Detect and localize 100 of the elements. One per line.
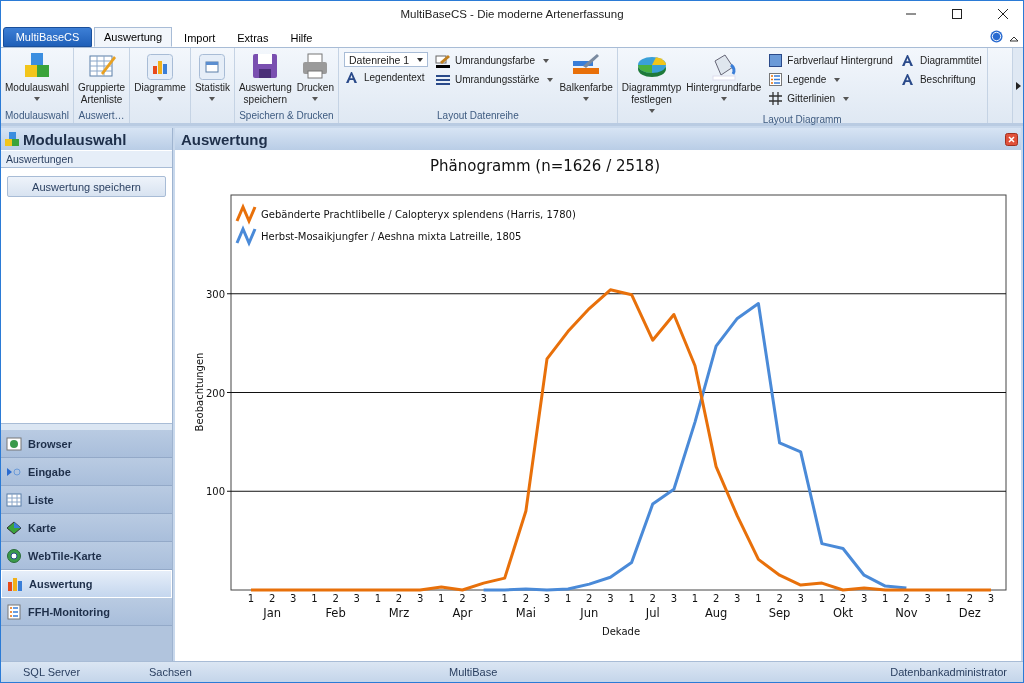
ribbon-button[interactable]: Drucken — [294, 50, 336, 109]
pen-icon — [434, 53, 451, 68]
arrow-right-icon — [1015, 81, 1021, 90]
legend-label: Gebänderte Prachtlibelle / Calopteryx splendens (Harris, 1780) — [261, 209, 576, 220]
ribbon-button[interactable]: Umrandungsfarbe — [434, 52, 554, 69]
axis-label: 1 — [818, 593, 826, 604]
ribbon-button[interactable]: Gruppierte Artenliste — [75, 50, 128, 109]
splitter-handle[interactable] — [1, 423, 172, 430]
ribbon-button[interactable]: Balkenfarbe — [557, 50, 615, 109]
ribbon-button[interactable]: Diagrammtyp festlegen — [619, 50, 684, 113]
axis-label: 1 — [311, 593, 318, 604]
axis-label: 1 — [374, 593, 382, 604]
ribbon-button[interactable]: Statistik — [192, 50, 232, 123]
ribbon-button[interactable]: Legendentext — [343, 69, 428, 86]
axis-label: 2 — [395, 593, 403, 604]
panel-title: Auswertung — [181, 130, 268, 148]
ribbon-button[interactable]: Diagrammtitel — [899, 52, 982, 69]
close-icon[interactable] — [1005, 132, 1018, 146]
ribbon-tab[interactable]: Import — [174, 28, 226, 47]
nav-item[interactable]: WebTile-Karte — [1, 542, 172, 570]
status-text: Sachsen — [149, 666, 193, 678]
axis-label: 3 — [734, 593, 741, 604]
group-label: Modulauswahl — [4, 109, 70, 123]
ribbon-button[interactable]: Umrandungsstärke — [434, 71, 554, 88]
axis-label: 2 — [268, 593, 276, 604]
ribbon-button[interactable]: Beschriftung — [899, 71, 982, 88]
axis-title: Beobachtungen — [194, 352, 205, 432]
ribbon-button[interactable]: Gitterlinien — [767, 90, 893, 107]
ribbon-tab[interactable]: Extras — [227, 28, 279, 47]
axis-label: 2 — [966, 593, 974, 604]
axis-title: Dekade — [601, 626, 641, 637]
axis-label: 3 — [416, 593, 424, 604]
cubes-icon — [4, 131, 20, 147]
nav-item[interactable]: Karte — [1, 514, 172, 542]
bar-chart-icon — [7, 576, 23, 592]
list-icon — [768, 73, 782, 86]
maximize-icon[interactable] — [951, 8, 963, 20]
window-icon — [199, 54, 226, 80]
save-button[interactable]: Auswertung speichern — [7, 176, 166, 197]
app-menu-button[interactable]: MultiBaseCS — [3, 27, 92, 47]
axis-label: 200 — [205, 387, 225, 399]
axis-label: Nov — [895, 606, 918, 620]
scroll-right-button[interactable] — [1012, 48, 1023, 123]
lines-icon — [434, 73, 451, 86]
nav-item[interactable]: FFH-Monitoring — [1, 598, 172, 626]
ribbon-button[interactable]: Modulauswahl — [3, 50, 71, 109]
axis-label: 2 — [649, 593, 656, 604]
axis-label: 300 — [205, 288, 225, 300]
series-dropdown[interactable]: Datenreihe 1 — [343, 52, 428, 67]
section-header: Auswertungen — [1, 150, 172, 168]
close-icon[interactable] — [997, 8, 1009, 20]
axis-label: 1 — [501, 593, 508, 604]
ribbon-button[interactable]: Diagramme — [132, 50, 188, 123]
ribbon-button[interactable]: Hintergrundfarbe — [684, 50, 764, 113]
axis-label: Jun — [580, 606, 599, 620]
list-icon — [6, 603, 22, 620]
nav-item[interactable]: Liste — [1, 486, 172, 514]
help-icon[interactable] — [990, 30, 1003, 43]
nav-item[interactable]: Eingabe — [1, 458, 172, 486]
ribbon-tab[interactable]: Auswertung — [94, 27, 173, 47]
collapse-icon[interactable] — [1009, 35, 1019, 43]
axis-label: 3 — [543, 593, 551, 604]
ribbon-tab[interactable]: Hilfe — [280, 28, 323, 47]
axis-label: 3 — [480, 593, 487, 604]
axis-label: 1 — [628, 593, 635, 604]
axis-label: 3 — [924, 593, 931, 604]
nav-item[interactable]: Auswertung — [1, 570, 172, 598]
axis-label: 2 — [712, 593, 720, 604]
axis-label: Sep — [768, 606, 791, 620]
square-icon — [768, 54, 782, 67]
axis-label: 1 — [564, 593, 572, 604]
axis-label: 2 — [332, 593, 339, 604]
axis-label: 2 — [522, 593, 530, 604]
group-label: Layout Diagramm — [761, 113, 843, 127]
axis-label: 1 — [247, 593, 255, 604]
axis-label: Apr — [452, 606, 473, 620]
window-title: MultiBaseCS - Die moderne Artenerfassung — [400, 8, 624, 20]
axis-label: 1 — [945, 593, 952, 604]
group-label: Layout Datenreihe — [436, 109, 520, 123]
axis-label: 100 — [205, 486, 225, 498]
panel-title: Modulauswahl — [23, 130, 127, 148]
nav-item[interactable]: Browser — [1, 430, 172, 458]
ribbon-button[interactable]: Farbverlauf Hintergrund — [767, 52, 893, 69]
axis-label: 1 — [882, 593, 889, 604]
table-icon — [6, 491, 22, 508]
ribbon-button[interactable]: Legende — [767, 71, 893, 88]
bar-chart-icon — [147, 54, 174, 80]
axis-label: 2 — [903, 593, 910, 604]
axis-label: 1 — [438, 593, 445, 604]
status-text: SQL Server — [23, 666, 82, 678]
ribbon-button[interactable]: Auswertung speichern — [236, 50, 294, 109]
axis-label: 1 — [691, 593, 699, 604]
axis-label: 3 — [670, 593, 678, 604]
group-label: Speichern & Drucken — [238, 109, 335, 123]
map-icon — [6, 519, 22, 536]
axis-label: Mrz — [388, 606, 410, 620]
letter-icon — [345, 71, 359, 84]
chart-title: Phänogramm (n=1626 / 2518) — [430, 157, 660, 175]
axis-label: Okt — [832, 606, 854, 620]
axis-label: 3 — [353, 593, 360, 604]
